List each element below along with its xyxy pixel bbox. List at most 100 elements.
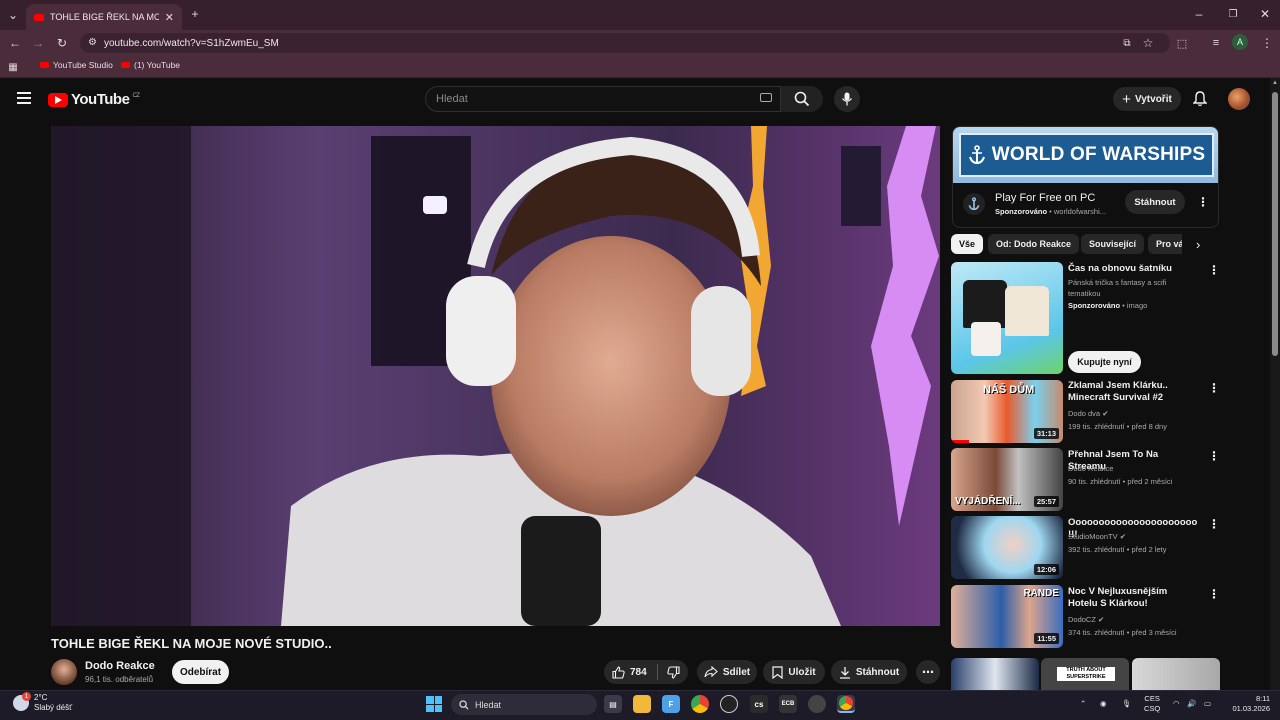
chrome-icon[interactable] (691, 695, 709, 713)
volume-icon[interactable]: 🔊 (1187, 699, 1196, 709)
chevron-right-icon[interactable]: › (1196, 237, 1200, 252)
site-info-icon[interactable]: ⚙ (88, 37, 97, 48)
taskbar-search[interactable]: Hledat (451, 694, 597, 715)
ad-title[interactable]: Play For Free on PC (995, 192, 1095, 204)
youtube-logo[interactable]: YouTube CZ (48, 91, 140, 108)
tray-app-icon[interactable]: ◉ (1100, 699, 1107, 709)
keyboard-icon[interactable] (760, 93, 772, 102)
scroll-up-arrow-icon[interactable]: ▲ (1272, 80, 1278, 86)
channel-avatar[interactable] (51, 659, 77, 685)
search-input[interactable]: Hledat (425, 86, 781, 112)
recommendation-thumbnail[interactable]: NÁŠ DŮM 31:13 (951, 380, 1063, 443)
sponsored-item-title[interactable]: Čas na obnovu šatníku (1068, 263, 1196, 275)
file-explorer-icon[interactable] (633, 695, 651, 713)
recommendation-title[interactable]: Zklamal Jsem Klárku.. Minecraft Survival… (1068, 380, 1196, 404)
bookmark-youtube-studio[interactable]: YouTube Studio (40, 60, 113, 70)
sponsored-item-menu-icon[interactable]: ⋮ (1208, 264, 1220, 276)
steam-icon[interactable] (808, 695, 826, 713)
app-ecb-icon[interactable]: ECB (779, 695, 797, 713)
page-scrollbar[interactable]: ▲ (1270, 78, 1280, 690)
create-button[interactable]: + Vytvořit (1113, 87, 1181, 111)
browser-menu-icon[interactable]: ⋮ (1258, 34, 1276, 52)
chip-related[interactable]: Související (1081, 234, 1145, 254)
hamburger-menu-icon[interactable] (17, 92, 31, 104)
cs2-icon[interactable]: cs (750, 695, 768, 713)
profile-avatar[interactable]: A (1232, 34, 1248, 50)
tray-mic-icon[interactable]: 🎙 (1122, 699, 1132, 709)
chip-from-channel[interactable]: Od: Dodo Reakce (988, 234, 1080, 254)
dislike-button[interactable] (667, 665, 680, 679)
more-actions-button[interactable]: ⋯ (916, 660, 940, 684)
voice-search-button[interactable] (834, 86, 860, 112)
close-tab-icon[interactable]: ✕ (165, 11, 174, 24)
recommendation-menu-icon[interactable]: ⋮ (1208, 518, 1220, 530)
chip-all[interactable]: Vše (951, 234, 984, 254)
recommendation-menu-icon[interactable]: ⋮ (1208, 450, 1220, 462)
sponsored-item-thumbnail[interactable] (951, 262, 1063, 374)
chip-for-you[interactable]: Pro vás (1148, 234, 1182, 254)
ad-card[interactable]: WORLD OF WARSHIPS Play For Free on PC Sp… (952, 126, 1219, 228)
reload-icon[interactable]: ↻ (53, 34, 71, 52)
minimize-icon[interactable]: – (1190, 5, 1208, 23)
bookmark-youtube[interactable]: (1) YouTube (121, 60, 180, 70)
bookmark-star-icon[interactable]: ☆ (1139, 34, 1157, 52)
extensions-icon[interactable]: ⬚ (1173, 34, 1191, 52)
account-avatar[interactable] (1228, 88, 1250, 110)
tab-list-chevron-icon[interactable]: ⌄ (4, 6, 22, 24)
subscribe-button[interactable]: Odebírat (172, 660, 229, 684)
recommendation-thumbnail-partial[interactable]: TRUTH ABOUT SUPERSTRIKE (1041, 658, 1129, 690)
clock-time: 8:11 (1255, 694, 1270, 703)
video-duration: 31:13 (1033, 428, 1059, 439)
download-button[interactable]: Stáhnout (831, 660, 907, 684)
clock[interactable]: 8:11 01.03.2026 (1226, 694, 1270, 714)
reading-list-icon[interactable]: ≡ (1207, 34, 1225, 52)
epic-games-icon[interactable] (720, 695, 738, 713)
buy-now-button[interactable]: Kupujte nyní (1068, 351, 1141, 373)
recommendation-channel[interactable]: Dodo dva ✔ (1068, 408, 1109, 420)
window-close-icon[interactable]: ✕ (1256, 5, 1274, 23)
video-player[interactable] (51, 126, 940, 626)
maximize-icon[interactable]: ❐ (1224, 5, 1242, 23)
recommendation-channel[interactable]: StudioMoonTV ✔ (1068, 531, 1126, 543)
address-bar[interactable]: ⚙ youtube.com/watch?v=S1hZwmEu_SM (80, 33, 1170, 53)
recommendation-menu-icon[interactable]: ⋮ (1208, 588, 1220, 600)
language-indicator[interactable]: CES CSQ (1144, 694, 1160, 714)
notifications-bell-icon[interactable] (1192, 91, 1208, 112)
apps-grid-icon[interactable]: ▦ (4, 58, 22, 76)
save-button[interactable]: Uložit (763, 660, 825, 684)
recommendation-menu-icon[interactable]: ⋮ (1208, 382, 1220, 394)
task-view-icon[interactable]: ▤ (604, 695, 622, 713)
ad-banner[interactable]: WORLD OF WARSHIPS (953, 127, 1218, 183)
forward-icon[interactable]: → (29, 34, 47, 52)
recommendation-channel[interactable]: DodoCZ ✔ (1068, 614, 1104, 626)
new-tab-icon[interactable]: + (186, 5, 204, 23)
channel-name[interactable]: Dodo Reakce (85, 660, 155, 672)
scrollbar-thumb[interactable] (1272, 92, 1278, 356)
recommendation-thumbnail-partial[interactable] (1132, 658, 1220, 690)
ad-download-button[interactable]: Stáhnout (1125, 190, 1185, 214)
cast-icon[interactable]: ⧉ (1118, 34, 1136, 52)
weather-widget[interactable]: 2°C Slabý déšť (34, 693, 72, 713)
share-button[interactable]: Sdílet (697, 660, 757, 684)
verified-icon: ✔ (1119, 532, 1127, 541)
recommendation-title[interactable]: Noc V Nejluxusnějším Hotelu S Klárkou! (1068, 586, 1196, 610)
ad-menu-icon[interactable]: ⋮ (1197, 196, 1209, 208)
browser-tab[interactable]: TOHLE BIGE ŘEKL NA MOJE NO ✕ (26, 4, 182, 30)
battery-icon[interactable]: ▭ (1204, 699, 1211, 709)
windows-start-icon[interactable] (426, 696, 442, 712)
thumbnail-text: NÁŠ DŮM (983, 384, 1035, 396)
recommendation-channel[interactable]: Dodo Reakce (1068, 463, 1113, 475)
chrome-active-icon[interactable] (837, 695, 855, 713)
recommendation-thumbnail[interactable]: RANDE 11:55 (951, 585, 1063, 648)
search-button[interactable] (781, 86, 823, 112)
like-button[interactable]: 784 (612, 665, 647, 679)
recommendation-thumbnail[interactable]: 12:06 (951, 516, 1063, 579)
wifi-icon[interactable]: ◠ (1173, 699, 1180, 709)
recommendation-thumbnail-partial[interactable] (951, 658, 1039, 690)
app-f-icon[interactable]: F (662, 695, 680, 713)
back-icon[interactable]: ← (6, 34, 24, 52)
weather-icon[interactable]: 1 (13, 692, 31, 711)
recommendation-thumbnail[interactable]: VYJÁDŘENÍ... 25:57 (951, 448, 1063, 511)
bookmarks-bar (0, 56, 1280, 78)
tray-overflow-icon[interactable]: ⌃ (1080, 699, 1086, 709)
